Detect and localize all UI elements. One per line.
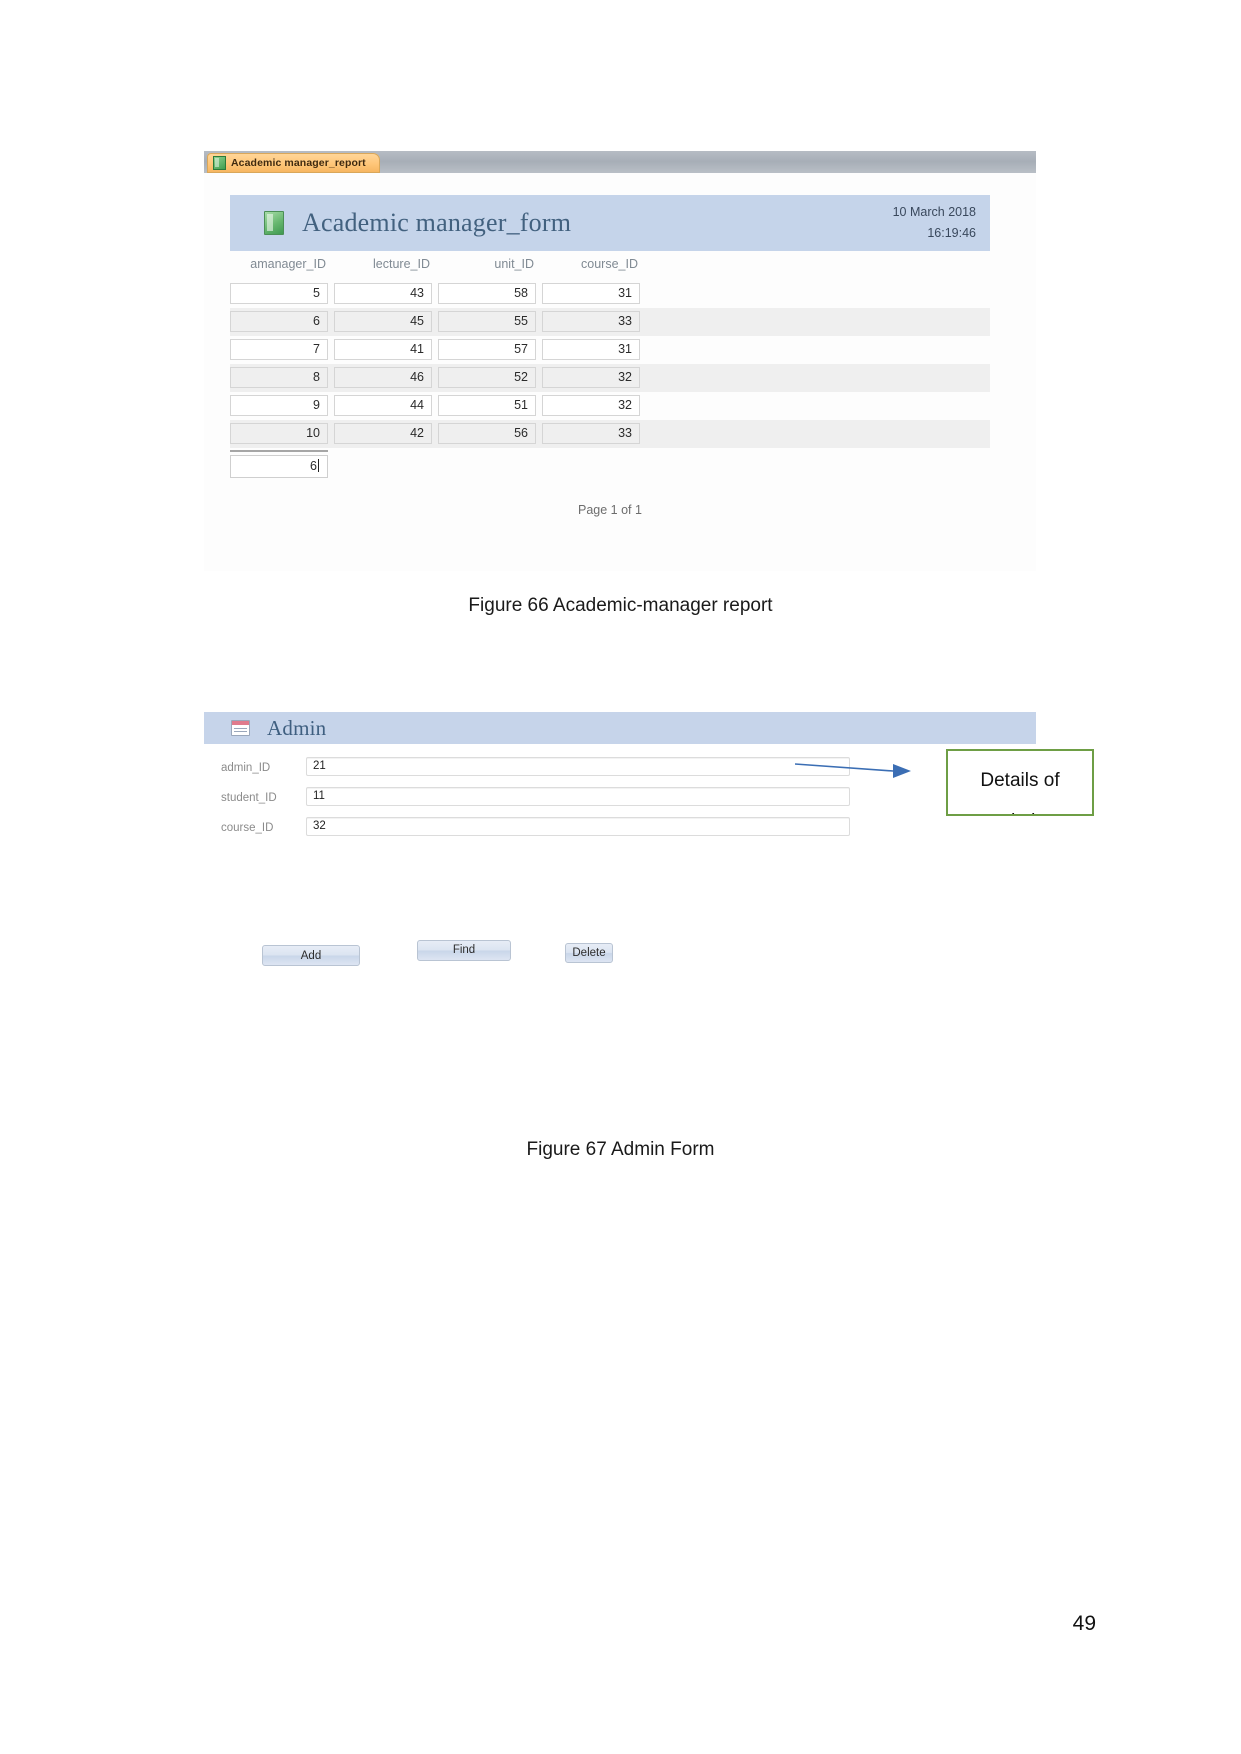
report-total-separator [230, 450, 328, 452]
cell-lecture-id: 44 [334, 395, 432, 416]
report-header: Academic manager_form 10 March 2018 16:1… [230, 195, 990, 251]
text-caret [318, 459, 319, 472]
column-header-course-id: course_ID [581, 257, 638, 271]
report-date: 10 March 2018 [892, 205, 976, 219]
admin-form-header: Admin [204, 712, 1036, 744]
admin-form-buttons: Add Find Delete [204, 940, 1036, 985]
cell-course-id: 33 [542, 311, 640, 332]
cell-unit-id: 51 [438, 395, 536, 416]
report-page-footer: Page 1 of 1 [578, 503, 642, 517]
report-column-headers: amanager_ID lecture_ID unit_ID course_ID [230, 257, 990, 279]
table-row: 8 46 52 32 [230, 364, 990, 392]
total-value: 6 [310, 459, 317, 473]
report-datetime: 10 March 2018 16:19:46 [893, 202, 976, 244]
admin-id-input[interactable]: 21 [306, 757, 850, 776]
report-data-grid: 5 43 58 31 6 45 55 33 7 41 57 31 8 46 52 [230, 280, 990, 448]
cell-lecture-id: 42 [334, 423, 432, 444]
report-total-count: 6 [230, 455, 328, 478]
field-row-student-id: student_ID 11 [204, 787, 1036, 817]
cell-unit-id: 52 [438, 367, 536, 388]
academic-manager-report-screenshot: Academic manager_report Academic manager… [204, 151, 1036, 571]
label-admin-id: admin_ID [221, 762, 271, 774]
cell-lecture-id: 45 [334, 311, 432, 332]
column-header-unit-id: unit_ID [494, 257, 534, 271]
cell-amanager-id: 6 [230, 311, 328, 332]
course-id-input[interactable]: 32 [306, 817, 850, 836]
field-row-admin-id: admin_ID 21 [204, 757, 1036, 787]
report-time: 16:19:46 [927, 226, 976, 240]
admin-form-fields: admin_ID 21 student_ID 11 course_ID 32 [204, 757, 1036, 847]
figure-67-caption: Figure 67 Admin Form [526, 1139, 715, 1160]
table-row: 5 43 58 31 [230, 280, 990, 308]
column-header-amanager-id: amanager_ID [250, 257, 326, 271]
cell-amanager-id: 10 [230, 423, 328, 444]
tab-label: Academic manager_report [231, 157, 366, 169]
delete-button[interactable]: Delete [565, 943, 613, 963]
admin-form-screenshot: Admin admin_ID 21 student_ID 11 course_I… [204, 712, 1036, 1052]
table-row: 6 45 55 33 [230, 308, 990, 336]
cell-course-id: 31 [542, 283, 640, 304]
cell-unit-id: 57 [438, 339, 536, 360]
report-title: Academic manager_form [302, 208, 572, 237]
student-id-input[interactable]: 11 [306, 787, 850, 806]
cell-amanager-id: 5 [230, 283, 328, 304]
cell-course-id: 31 [542, 339, 640, 360]
admin-form-title: Admin [267, 715, 327, 740]
annotation-box-details-of-admin: Details of admin [946, 749, 1094, 816]
cell-course-id: 32 [542, 367, 640, 388]
label-course-id: course_ID [221, 822, 274, 834]
field-row-course-id: course_ID 32 [204, 817, 1036, 847]
tab-academic-manager-report[interactable]: Academic manager_report [207, 153, 380, 173]
page-number: 49 [1072, 1612, 1096, 1635]
report-green-icon [264, 211, 284, 235]
find-button[interactable]: Find [417, 940, 511, 961]
cell-unit-id: 55 [438, 311, 536, 332]
form-icon [231, 720, 250, 736]
cell-amanager-id: 7 [230, 339, 328, 360]
table-row: 7 41 57 31 [230, 336, 990, 364]
cell-amanager-id: 9 [230, 395, 328, 416]
cell-amanager-id: 8 [230, 367, 328, 388]
report-page: Academic manager_form 10 March 2018 16:1… [204, 173, 1036, 571]
report-icon [213, 156, 226, 170]
table-row: 10 42 56 33 [230, 420, 990, 448]
cell-lecture-id: 43 [334, 283, 432, 304]
figure-66-caption: Figure 66 Academic-manager report [468, 595, 773, 616]
access-tab-bar: Academic manager_report [204, 151, 1036, 174]
add-button[interactable]: Add [262, 945, 360, 966]
cell-lecture-id: 41 [334, 339, 432, 360]
cell-course-id: 32 [542, 395, 640, 416]
label-student-id: student_ID [221, 792, 277, 804]
cell-unit-id: 56 [438, 423, 536, 444]
column-header-lecture-id: lecture_ID [373, 257, 430, 271]
annotation-text: Details of admin [980, 770, 1060, 814]
cell-course-id: 33 [542, 423, 640, 444]
cell-unit-id: 58 [438, 283, 536, 304]
table-row: 9 44 51 32 [230, 392, 990, 420]
cell-lecture-id: 46 [334, 367, 432, 388]
